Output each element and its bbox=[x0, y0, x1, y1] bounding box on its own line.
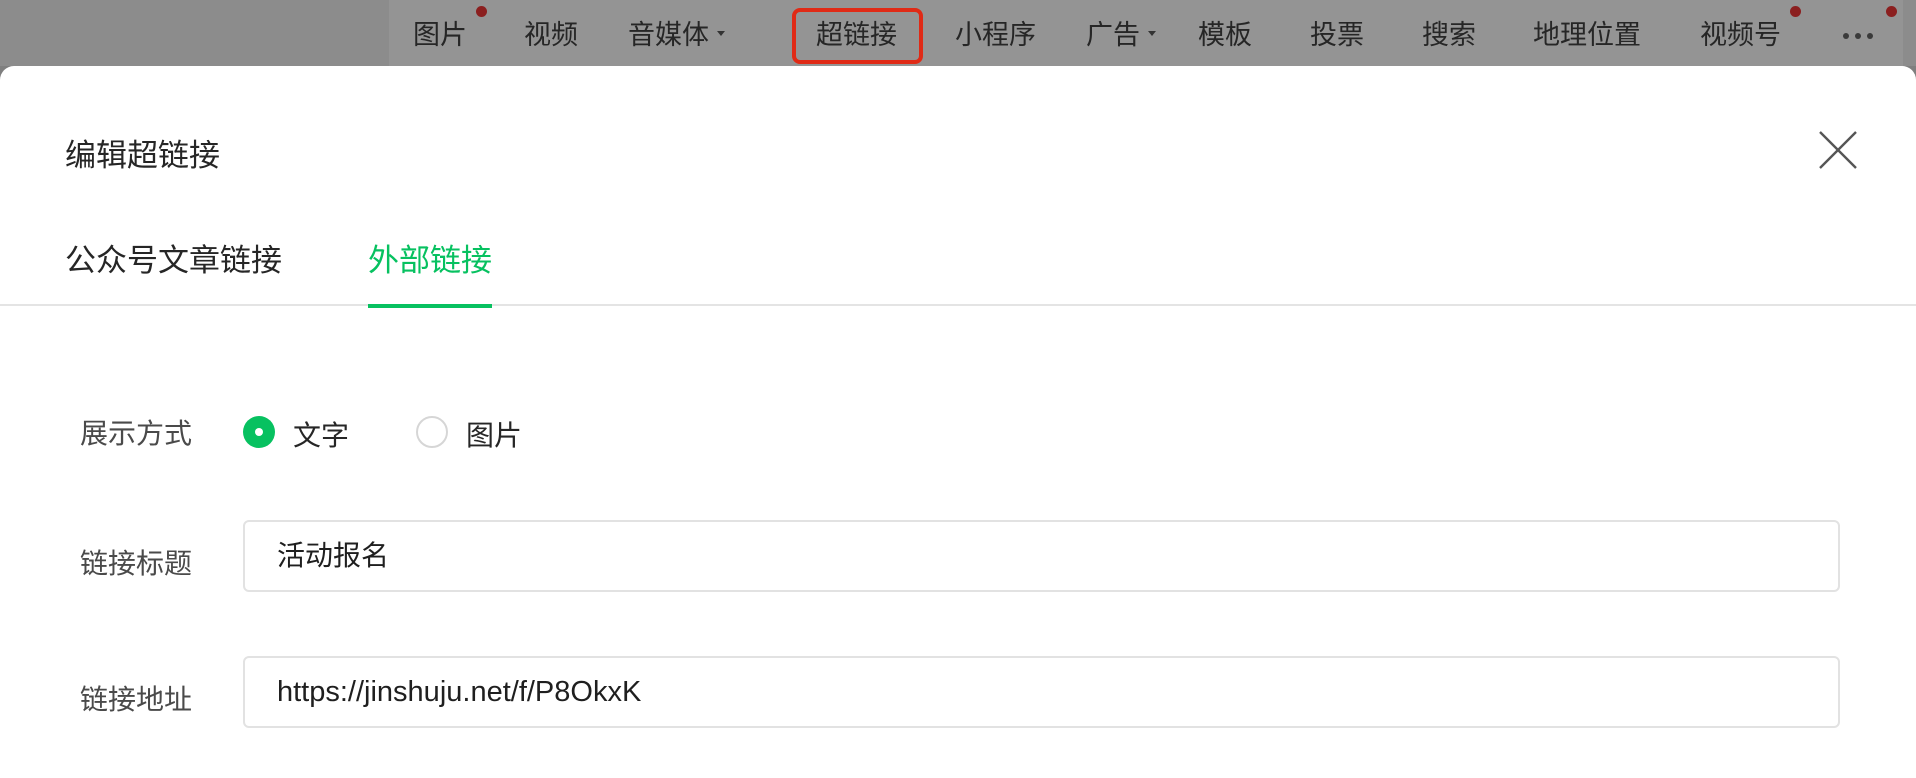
toolbar-item-label: 视频 bbox=[524, 20, 578, 51]
radio-checked-icon bbox=[243, 416, 275, 448]
toolbar-item-label: 广告 bbox=[1086, 20, 1140, 51]
toolbar-item-ads[interactable]: 广告 bbox=[1086, 0, 1156, 66]
close-icon[interactable] bbox=[1818, 130, 1858, 170]
caret-down-icon bbox=[717, 31, 725, 36]
tab-external-link[interactable]: 外部链接 bbox=[368, 236, 492, 308]
link-title-label: 链接标题 bbox=[80, 547, 193, 580]
toolbar-item-video[interactable]: 视频 bbox=[524, 0, 578, 66]
caret-down-icon bbox=[1148, 31, 1156, 36]
toolbar-item-channels[interactable]: 视频号 bbox=[1700, 0, 1781, 66]
toolbar-item-audio[interactable]: 音媒体 bbox=[628, 0, 725, 66]
link-url-input[interactable]: https://jinshuju.net/f/P8OkxK bbox=[243, 656, 1840, 728]
toolbar-item-label: 模板 bbox=[1198, 20, 1252, 51]
notification-badge bbox=[1886, 6, 1897, 17]
radio-unchecked-icon bbox=[416, 416, 448, 448]
toolbar-item-location[interactable]: 地理位置 bbox=[1533, 0, 1641, 66]
notification-badge bbox=[476, 6, 487, 17]
toolbar-item-vote[interactable]: 投票 bbox=[1310, 0, 1364, 66]
toolbar-item-label: 音媒体 bbox=[628, 20, 709, 51]
display-mode-label: 展示方式 bbox=[80, 417, 193, 450]
toolbar-item-template[interactable]: 模板 bbox=[1198, 0, 1252, 66]
notification-badge bbox=[1790, 6, 1801, 17]
link-title-input[interactable]: 活动报名 bbox=[243, 520, 1840, 592]
dialog-title: 编辑超链接 bbox=[65, 138, 220, 174]
toolbar-item-miniprogram[interactable]: 小程序 bbox=[955, 0, 1036, 66]
toolbar-item-label: 图片 bbox=[413, 20, 467, 51]
tab-article-link[interactable]: 公众号文章链接 bbox=[65, 236, 282, 306]
radio-label: 文字 bbox=[293, 419, 350, 452]
toolbar-item-label: 小程序 bbox=[955, 20, 1036, 51]
toolbar-item-label: 地理位置 bbox=[1533, 20, 1641, 51]
link-url-label: 链接地址 bbox=[80, 683, 193, 716]
highlight-box bbox=[792, 8, 923, 64]
toolbar-item-label: 搜索 bbox=[1422, 20, 1476, 51]
toolbar-item-image[interactable]: 图片 bbox=[413, 0, 467, 66]
radio-label: 图片 bbox=[466, 419, 523, 452]
toolbar-item-label: 投票 bbox=[1310, 20, 1364, 51]
toolbar-item-search[interactable]: 搜索 bbox=[1422, 0, 1476, 66]
screen: 图片 视频 音媒体 超链接 小程序 广告 模板 投票 搜索 地理位置 视频号 编… bbox=[0, 0, 1916, 778]
link-type-tabs: 公众号文章链接 外部链接 bbox=[0, 236, 1916, 308]
toolbar-item-label: 视频号 bbox=[1700, 20, 1781, 51]
more-horizontal-icon[interactable] bbox=[1843, 33, 1875, 41]
